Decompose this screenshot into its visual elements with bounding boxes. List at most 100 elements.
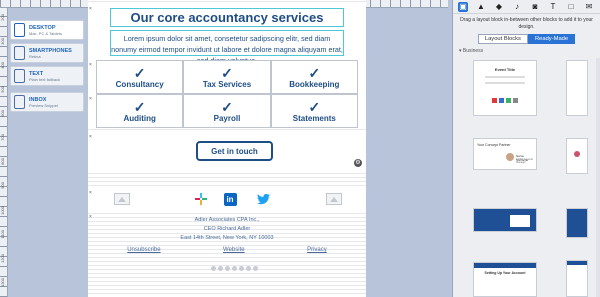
remove-block-icon[interactable]: × — [89, 62, 92, 68]
ruler-label: 500 — [0, 86, 5, 93]
tab-ready-made[interactable]: Ready-Made — [527, 34, 576, 44]
website-link[interactable]: Website — [223, 247, 245, 253]
service-label: Statements — [292, 113, 336, 123]
ruler-label: 1300 — [0, 278, 5, 287]
frame-tool-icon[interactable]: □ — [566, 2, 576, 12]
template-thumb-partner-mobile[interactable] — [566, 138, 588, 174]
service-label: Auditing — [123, 113, 156, 123]
panel-toolbar: ▣ ▲ ◆ ♪ ◙ T □ ✉ — [453, 0, 600, 14]
remove-block-icon[interactable]: × — [89, 6, 92, 12]
mail-tool-icon[interactable]: ✉ — [584, 2, 594, 12]
service-tax: ✓ Tax Services — [183, 60, 271, 94]
ruler-label: 200 — [0, 14, 5, 21]
thumb-role: Global General Manager — [516, 158, 533, 164]
template-thumb-event-mobile[interactable] — [566, 60, 588, 116]
ruler-label: 700 — [0, 134, 5, 141]
remove-block-icon[interactable]: × — [89, 190, 92, 196]
ruler-label: 300 — [0, 38, 5, 45]
service-bookkeeping: ✓ Bookkeeping — [270, 60, 358, 94]
template-thumb-event[interactable]: Event Title — [473, 60, 537, 116]
intro-block[interactable]: × Our core accountancy services Lorem ip… — [88, 4, 366, 65]
service-label: Tax Services — [202, 79, 252, 89]
service-payroll: ✓ Payroll — [183, 94, 271, 128]
services-row-1[interactable]: × ✓ Consultancy ✓ Tax Services ✓ Bookkeepin… — [88, 60, 366, 94]
template-thumb-dark-mobile[interactable] — [566, 208, 588, 238]
template-thumb-dark[interactable] — [473, 208, 537, 232]
ruler-label: 1000 — [0, 206, 5, 215]
device-preview-list: DESKTOP Mac, PC & Tablets SMARTPHONES Re… — [10, 20, 84, 115]
device-inbox[interactable]: INBOX Preview Snippet — [10, 92, 84, 112]
thumb-title: Event Title — [494, 67, 516, 72]
get-in-touch-button[interactable]: Get in touch — [196, 141, 273, 161]
service-auditing: ✓ Auditing — [96, 94, 184, 128]
device-desktop[interactable]: DESKTOP Mac, PC & Tablets — [10, 20, 84, 40]
service-consultancy: ✓ Consultancy — [96, 60, 184, 94]
ruler-label: 1100 — [0, 230, 5, 239]
text-document-icon — [14, 69, 25, 83]
device-subtitle: Plain text fallback — [29, 76, 61, 82]
remove-block-icon[interactable]: × — [89, 214, 92, 220]
company-ceo: CEO Richard Adler — [203, 226, 251, 232]
service-label: Payroll — [213, 113, 241, 123]
services-row-2[interactable]: × ✓ Auditing ✓ Payroll ✓ Statements — [88, 94, 366, 128]
panel-scrollbar[interactable] — [596, 58, 600, 297]
device-subtitle: Preview Snippet — [29, 102, 58, 108]
text-tool-icon[interactable]: T — [548, 2, 558, 12]
image-placeholder-icon — [114, 190, 130, 208]
ruler-label: 400 — [0, 62, 5, 69]
service-label: Bookkeeping — [289, 79, 340, 89]
device-text[interactable]: TEXT Plain text fallback — [10, 66, 84, 86]
settings-gear-icon[interactable]: ⚙ — [354, 159, 362, 167]
desktop-icon — [14, 23, 25, 37]
twitter-icon[interactable] — [256, 190, 272, 208]
panel-hint: Drag a layout block in-between other blo… — [460, 17, 593, 30]
remove-block-icon[interactable]: × — [89, 96, 92, 102]
inbox-icon — [14, 95, 25, 109]
tab-layout-blocks[interactable]: Layout Blocks — [477, 34, 528, 44]
linkedin-icon[interactable]: in — [222, 190, 238, 208]
privacy-link[interactable]: Privacy — [307, 247, 327, 253]
service-statements: ✓ Statements — [270, 94, 358, 128]
panel-tabs: Layout Blocks Ready-Made — [453, 34, 600, 44]
ruler-label: 600 — [0, 110, 5, 117]
blocks-panel: ▣ ▲ ◆ ♪ ◙ T □ ✉ Drag a layout block in-b… — [452, 0, 600, 297]
footer-links: Unsubscribe Website Privacy — [96, 247, 358, 253]
smartphone-icon — [14, 46, 25, 60]
company-street: East 14th Street, New York, NY 10003 — [180, 235, 274, 241]
checkmark-icon: ✓ — [133, 98, 146, 115]
template-thumb-account-mobile[interactable] — [566, 260, 588, 297]
template-thumb-partner[interactable]: Your Concept Partner Name Surname Global… — [473, 138, 537, 170]
email-canvas: × Our core accountancy services Lorem ip… — [88, 0, 366, 297]
media-tool-icon[interactable]: ◙ — [530, 2, 540, 12]
checkmark-icon: ✓ — [308, 98, 321, 115]
shape-tool-icon[interactable]: ▲ — [476, 2, 486, 12]
layout-blocks-tool-icon[interactable]: ▣ — [458, 1, 468, 12]
checkmark-icon: ✓ — [221, 98, 233, 115]
checkmark-icon: ✓ — [221, 64, 233, 81]
device-subtitle: Mac, PC & Tablets — [29, 30, 62, 36]
template-thumb-account[interactable]: Setting Up Your Account — [473, 262, 537, 297]
checkmark-icon: ✓ — [308, 64, 321, 81]
linkedin-mark: in — [223, 192, 237, 206]
unsubscribe-link[interactable]: Unsubscribe — [127, 247, 160, 253]
slack-icon[interactable] — [194, 190, 208, 208]
company-address: Adler Associates CPA Inc., CEO Richard A… — [96, 216, 358, 243]
device-smartphones[interactable]: SMARTPHONES Retina — [10, 43, 84, 63]
thumb-title: Setting Up Your Account — [484, 271, 526, 275]
section-title: Our core accountancy services — [110, 8, 344, 27]
left-ruler: 200 300 400 500 600 700 800 900 1000 1100 1200 1300 — [0, 8, 8, 297]
service-label: Consultancy — [115, 79, 164, 89]
image-placeholder-icon — [326, 190, 342, 208]
category-business[interactable]: ▾ Business — [459, 48, 600, 54]
music-tool-icon[interactable]: ♪ — [512, 2, 522, 12]
checkmark-icon: ✓ — [133, 64, 146, 81]
company-name: Adler Associates CPA Inc., — [194, 217, 260, 223]
remove-block-icon[interactable]: × — [89, 134, 92, 140]
ruler-label: 800 — [0, 158, 5, 165]
paint-tool-icon[interactable]: ◆ — [494, 2, 504, 12]
ruler-label: 1200 — [0, 254, 5, 263]
ruler-label: 900 — [0, 182, 5, 189]
device-subtitle: Retina — [29, 53, 41, 59]
social-dots — [211, 266, 258, 271]
thumb-title: Your Concept Partner — [477, 143, 511, 147]
